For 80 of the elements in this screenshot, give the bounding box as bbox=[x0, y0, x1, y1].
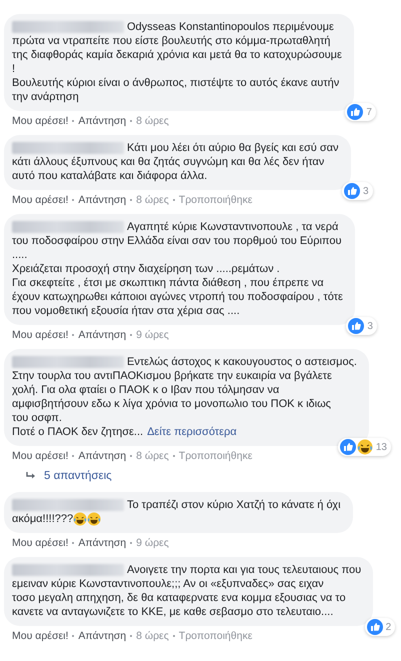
reaction-count: 7 bbox=[366, 106, 372, 118]
like-icon bbox=[366, 619, 383, 635]
comment-line: ..... bbox=[12, 248, 28, 262]
comment-line: αμφισβητήσουν εδω κ λίγα χρόνια το μονοπωλιο του ΠΟΚ κ ιδιως bbox=[12, 397, 331, 411]
action-meta: 8 ώρες bbox=[136, 450, 169, 462]
comment-line: Κάτι μου λέει ότι αύριο θα βγείς και εσύ σαν bbox=[127, 141, 339, 155]
action-link[interactable]: Μου αρέσει! bbox=[12, 537, 68, 549]
comment-line: Χρειάζεται προσοχή στην διαχείρηση των .....ρεμάτων . bbox=[12, 262, 280, 276]
comment-line: αυτό που καταλάβατε και διάφορα άλλα. bbox=[12, 169, 208, 183]
comment-line: Ανοιγετε την πορτα και για τους τελευταιους που bbox=[127, 563, 362, 577]
comment-line: Εντελώς άστοχος κ κακουγουστος ο αστεισμος. bbox=[127, 355, 357, 369]
comment-line: χολή. Για ολα φταίει ο ΠΑΟΚ κ ο Ιβαν που τόλμησαν να bbox=[12, 383, 280, 397]
separator-dot bbox=[130, 334, 132, 336]
action-link[interactable]: Μου αρέσει! bbox=[12, 450, 68, 462]
comment-line: που νομοθετική εξουσία ήταν στα χέρια σας .... bbox=[12, 304, 240, 318]
action-link[interactable]: Απάντηση bbox=[78, 630, 126, 642]
comment-line: την ανάρτηση bbox=[12, 90, 79, 104]
comment-line: ακόμα!!!!??? bbox=[12, 512, 74, 526]
like-icon bbox=[340, 439, 356, 455]
action-meta: Τροποποιήθηκε bbox=[178, 450, 252, 462]
action-link[interactable]: Μου αρέσει! bbox=[12, 630, 68, 642]
action-link[interactable]: Μου αρέσει! bbox=[12, 115, 68, 127]
comment-line: του ποδοσφαίρου στην Ελλάδα είναι σαν του πορθμού του Εύριπου bbox=[12, 234, 342, 248]
separator-dot bbox=[130, 199, 132, 201]
reaction-count: 3 bbox=[367, 320, 373, 332]
separator-dot bbox=[172, 199, 175, 201]
action-meta: Τροποποιήθηκε bbox=[178, 194, 252, 206]
action-link[interactable]: Απάντηση bbox=[78, 537, 126, 549]
comment-line: κάτι άλλους έξυπνους και θα ζητάς συγνώμη και θα λές δεν ήταν bbox=[12, 155, 324, 169]
comment-line: πρώτα να ντραπείτε που είστε βουλευτής στο κόμμα-πρωταθλητή bbox=[12, 34, 330, 48]
action-link[interactable]: Απάντηση bbox=[78, 115, 126, 127]
action-meta: 9 ώρες bbox=[136, 329, 169, 341]
action-link[interactable]: Απάντηση bbox=[78, 329, 126, 341]
reaction-count: 13 bbox=[376, 442, 387, 452]
laughing-emoji-icon bbox=[87, 512, 102, 526]
action-link[interactable]: Απάντηση bbox=[78, 194, 126, 206]
separator-dot bbox=[72, 455, 74, 457]
separator-dot bbox=[72, 542, 74, 544]
reaction-count: 2 bbox=[386, 622, 392, 632]
comment-line: Αγαπητέ κύριε Κωνσταντινοπουλε , τα νερά bbox=[127, 220, 338, 234]
action-meta: 8 ώρες bbox=[136, 630, 169, 642]
comment-line: του οσφπ. bbox=[12, 411, 62, 425]
separator-dot bbox=[72, 199, 74, 201]
action-meta: 9 ώρες bbox=[136, 537, 169, 549]
comment-line: Ποτέ ο ΠΑΟΚ δεν ζητησε... bbox=[12, 425, 144, 439]
action-link[interactable]: Απάντηση bbox=[78, 450, 126, 462]
separator-dot bbox=[172, 455, 175, 457]
separator-dot bbox=[172, 635, 175, 637]
like-icon bbox=[348, 318, 364, 334]
comment-line: της διαφθοράς καμία δεκαριά χρόνια και μετά θα το κατοχυρώσουμε bbox=[12, 48, 342, 62]
like-icon bbox=[347, 104, 364, 120]
action-meta: 8 ώρες bbox=[136, 194, 169, 206]
comment-line: Βουλευτής κύριοι είναι ο άνθρωπος, πιστέψτε το αυτός έκανε αυτήν bbox=[12, 76, 340, 90]
comment-line: έχουν κατωχηρωθει κάποιοι αγώνες ντροπή του ποδοσφαίρου , τότε bbox=[12, 290, 343, 304]
laughing-face-icon bbox=[356, 439, 373, 455]
action-meta: 8 ώρες bbox=[136, 115, 169, 127]
separator-dot bbox=[72, 120, 74, 122]
separator-dot bbox=[130, 120, 132, 122]
action-link[interactable]: Μου αρέσει! bbox=[12, 329, 68, 341]
comment-line: ! bbox=[12, 62, 16, 76]
separator-dot bbox=[72, 334, 74, 336]
separator-dot bbox=[130, 635, 132, 637]
laughing-emoji-icon bbox=[73, 512, 88, 526]
see-more-link[interactable]: Δείτε περισσότερα bbox=[147, 425, 237, 439]
separator-dot bbox=[72, 635, 74, 637]
comment-line: Odysseas Konstantinopoulos περιμένουμε bbox=[127, 20, 334, 34]
comment-line: εμειναν κύριε Κωνσταντινοπουλε;;; Αν οι «εξυπναδες» σας ειχαν bbox=[12, 577, 324, 591]
action-meta: Τροποποιήθηκε bbox=[178, 630, 252, 642]
comment-line: Το τραπέζι στον κύριο Χατζή το κάνατε ή όχι bbox=[127, 498, 341, 512]
comment-line: Για σκεφτείτε , έτσι με σκωπτικη πάντα διάθεση , που έπρεπε να bbox=[12, 276, 324, 290]
separator-dot bbox=[130, 542, 132, 544]
like-icon bbox=[344, 183, 360, 199]
separator-dot bbox=[130, 455, 132, 457]
replies-link[interactable]: 5 απαντήσεις bbox=[44, 470, 112, 482]
reaction-count: 3 bbox=[362, 186, 369, 196]
comment-line: τοσο μεγαλη απηχηση, δε θα καταφερνατε ενα κομμα εξουσιας να το bbox=[12, 591, 346, 605]
comment-line: κανετε να ανταγωνιζετε το ΚΚΕ, με καθε σεβασμο στο τελευταιο.... bbox=[12, 605, 334, 619]
comment-line: Στην τουρλα του αντιΠΑΟΚισμου βρήκατε την ευκαιρία να βγάλετε bbox=[12, 369, 332, 383]
reply-arrow-icon bbox=[26, 472, 36, 480]
action-link[interactable]: Μου αρέσει! bbox=[12, 194, 68, 206]
